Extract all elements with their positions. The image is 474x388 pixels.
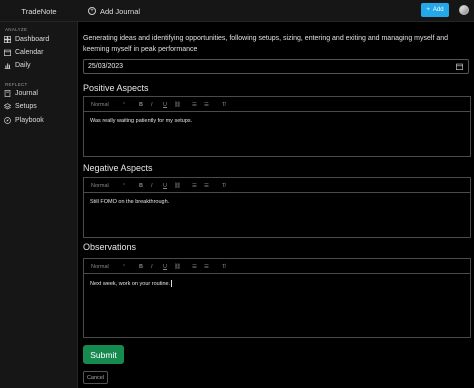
sidebar-item-setups[interactable]: Setups (4, 100, 76, 112)
plus-circle-icon: + (88, 7, 96, 15)
negative-aspects-title: Negative Aspects (83, 163, 153, 173)
clear-format-icon[interactable]: T̸ (222, 97, 225, 112)
clear-format-icon[interactable]: T̸ (222, 259, 225, 274)
add-button-label: Add (432, 7, 444, 13)
calendar-icon[interactable] (456, 63, 463, 70)
top-bar: TradeNote + Add Journal + Add (0, 0, 474, 22)
sidebar-item-label: Calendar (15, 48, 44, 56)
sidebar-item-dashboard[interactable]: Dashboard (4, 33, 76, 45)
italic-icon[interactable]: I (151, 178, 153, 193)
sidebar-item-journal[interactable]: Journal (4, 87, 76, 99)
italic-icon[interactable]: I (151, 97, 153, 112)
italic-icon[interactable]: I (151, 259, 153, 274)
sidebar-item-playbook[interactable]: Playbook (4, 114, 76, 126)
journal-form: Generating ideas and identifying opportu… (78, 22, 474, 388)
heading-select[interactable]: Normal (91, 178, 109, 193)
underline-icon[interactable]: U (163, 259, 167, 274)
link-icon[interactable]: ⛓ (174, 178, 181, 193)
sidebar: ANALYZE Dashboard Calendar Daily REFLECT… (0, 22, 78, 388)
compass-icon (4, 116, 11, 124)
clear-format-icon[interactable]: T̸ (222, 178, 225, 193)
sidebar-item-label: Daily (15, 61, 31, 69)
observations-editor[interactable]: Normal ⌃ B I U ⛓ ☰ ☰ T̸ Next week, work … (83, 258, 471, 338)
negative-aspects-editor[interactable]: Normal ⌃ B I U ⛓ ☰ ☰ T̸ Still FOMO on th… (83, 177, 471, 238)
text-cursor (171, 280, 173, 287)
observations-title: Observations (83, 242, 137, 252)
add-journal-label: Add Journal (100, 6, 141, 16)
sidebar-item-label: Dashboard (15, 35, 50, 43)
link-icon[interactable]: ⛓ (174, 97, 181, 112)
chevron-down-icon: ⌃ (122, 263, 127, 270)
sidebar-item-label: Journal (15, 89, 38, 97)
ordered-list-icon[interactable]: ☰ (192, 178, 197, 193)
date-value: 25/03/2023 (88, 63, 124, 70)
sidebar-section-analyze: ANALYZE (5, 27, 28, 32)
editor-toolbar: Normal ⌃ B I U ⛓ ☰ ☰ T̸ (84, 97, 470, 112)
date-input[interactable]: 25/03/2023 (83, 59, 469, 74)
cancel-button[interactable]: Cancel (83, 371, 108, 384)
bullet-list-icon[interactable]: ☰ (204, 97, 209, 112)
bar-chart-icon (4, 62, 11, 69)
editor-content[interactable]: Next week, work on your routine. (84, 274, 470, 293)
bold-icon[interactable]: B (139, 259, 143, 274)
editor-text: Next week, work on your routine. (90, 280, 171, 287)
sidebar-item-label: Setups (15, 102, 37, 110)
sidebar-item-label: Playbook (15, 116, 44, 124)
editor-toolbar: Normal ⌃ B I U ⛓ ☰ ☰ T̸ (84, 178, 470, 193)
brand-name[interactable]: TradeNote (0, 0, 78, 22)
sidebar-item-calendar[interactable]: Calendar (4, 46, 76, 58)
layers-icon (4, 102, 11, 109)
heading-select[interactable]: Normal (91, 97, 109, 112)
add-button[interactable]: + Add (421, 3, 449, 17)
chevron-down-icon: ⌃ (122, 101, 127, 108)
calendar-icon (4, 49, 11, 56)
ordered-list-icon[interactable]: ☰ (192, 259, 197, 274)
sidebar-item-daily[interactable]: Daily (4, 59, 76, 71)
dashboard-icon (4, 35, 11, 43)
journal-intro-text: Generating ideas and identifying opportu… (83, 35, 449, 53)
chevron-down-icon: ⌃ (122, 182, 127, 189)
link-icon[interactable]: ⛓ (174, 259, 181, 274)
heading-select[interactable]: Normal (91, 259, 109, 274)
positive-aspects-title: Positive Aspects (83, 83, 149, 93)
positive-aspects-editor[interactable]: Normal ⌃ B I U ⛓ ☰ ☰ T̸ Was really waiti… (83, 96, 471, 157)
add-journal-link[interactable]: + Add Journal (88, 0, 140, 22)
plus-icon: + (426, 7, 430, 13)
editor-content[interactable]: Still FOMO on the breakthrough. (84, 193, 470, 211)
editor-toolbar: Normal ⌃ B I U ⛓ ☰ ☰ T̸ (84, 259, 470, 274)
submit-button[interactable]: Submit (83, 345, 124, 364)
bullet-list-icon[interactable]: ☰ (204, 178, 209, 193)
underline-icon[interactable]: U (163, 178, 167, 193)
editor-content[interactable]: Was really waiting patiently for my setu… (84, 112, 470, 130)
bold-icon[interactable]: B (139, 178, 143, 193)
journal-icon (4, 89, 11, 97)
avatar[interactable] (459, 5, 469, 15)
bold-icon[interactable]: B (139, 97, 143, 112)
bullet-list-icon[interactable]: ☰ (204, 259, 209, 274)
underline-icon[interactable]: U (163, 97, 167, 112)
ordered-list-icon[interactable]: ☰ (192, 97, 197, 112)
